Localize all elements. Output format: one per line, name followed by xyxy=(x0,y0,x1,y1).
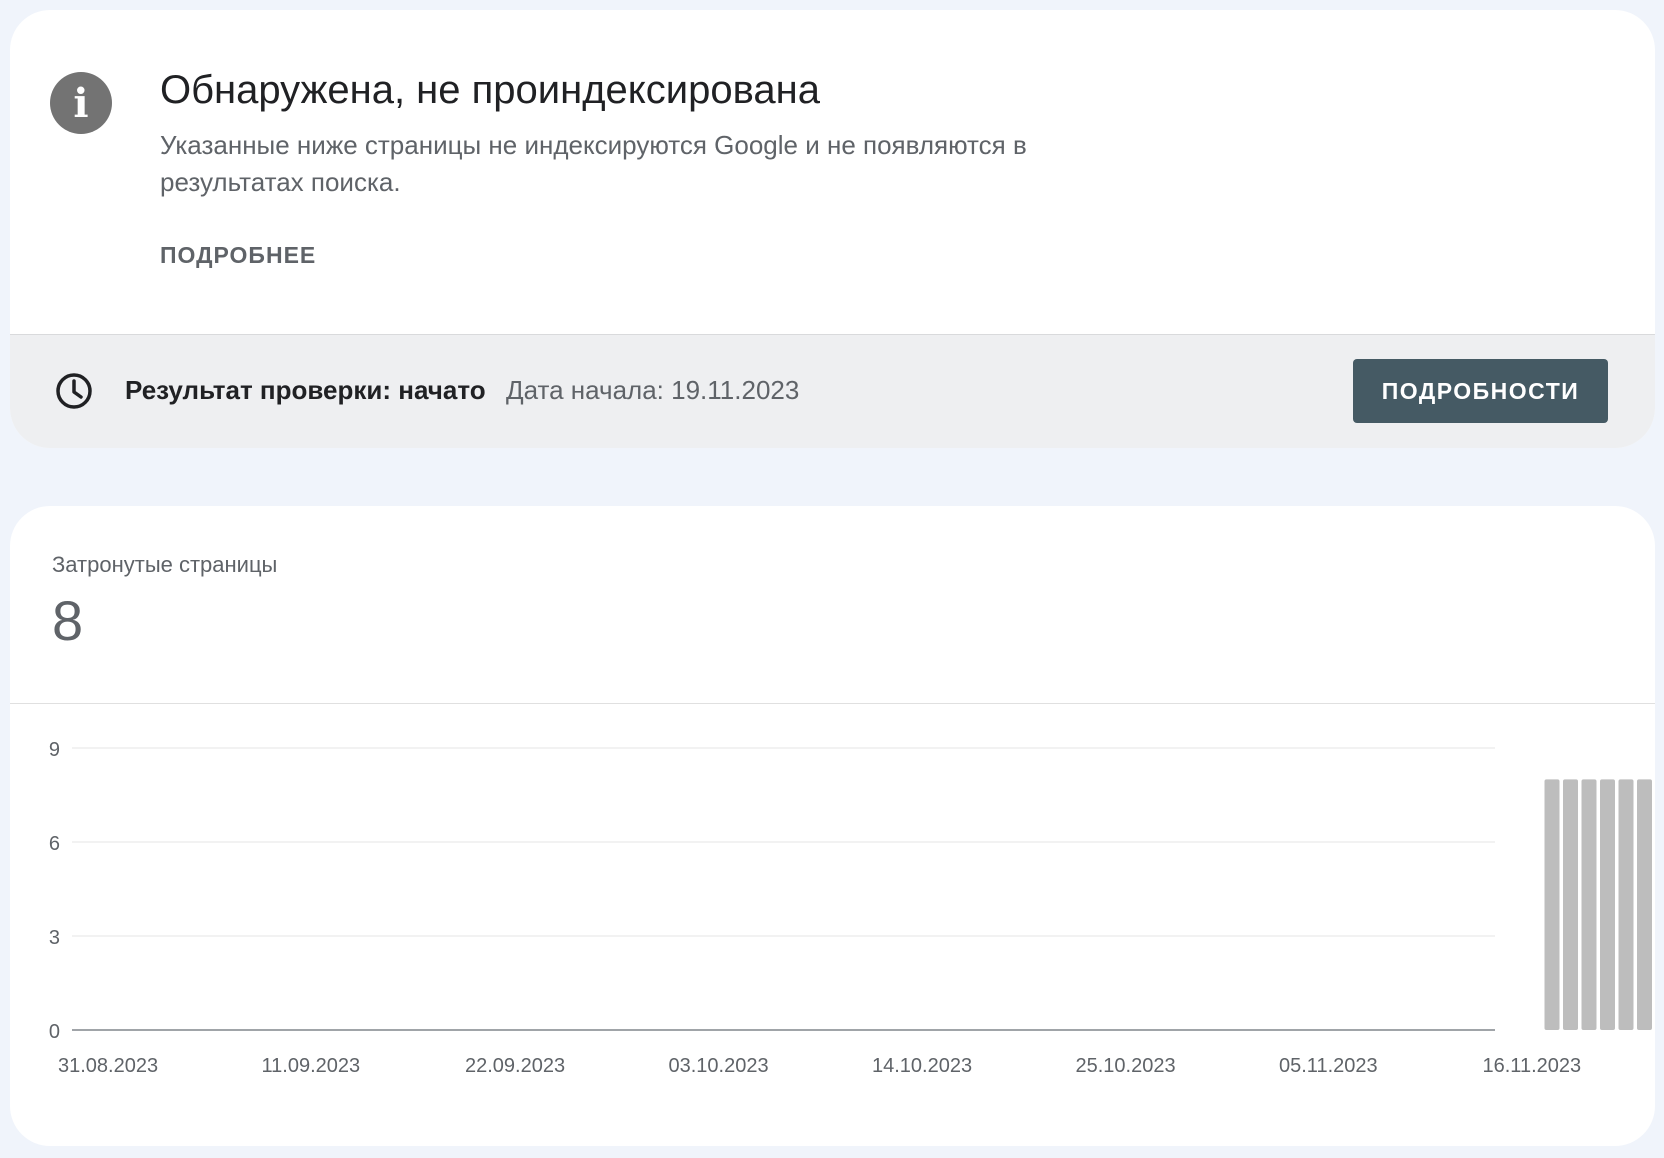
info-icon: i xyxy=(50,72,112,134)
affected-pages-chart: 0 3 6 9 31.08.2023 11.09.2023 22.09.2023 03.10.… xyxy=(49,739,1652,1077)
x-tick-label: 11.09.2023 xyxy=(262,1055,361,1077)
bar xyxy=(1563,779,1578,1030)
y-tick-label: 6 xyxy=(49,833,60,855)
y-tick-label: 9 xyxy=(49,739,60,761)
validation-start-date: Дата начала: 19.11.2023 xyxy=(506,375,800,405)
x-tick-label: 31.08.2023 xyxy=(58,1055,158,1077)
y-tick-label: 0 xyxy=(49,1021,60,1043)
clock-icon xyxy=(56,373,92,409)
details-button[interactable]: ПОДРОБНОСТИ xyxy=(1353,359,1608,423)
validation-status: Результат проверки: начато xyxy=(125,375,486,405)
learn-more-link[interactable]: ПОДРОБНЕЕ xyxy=(160,242,316,269)
metric-value: 8 xyxy=(52,589,84,652)
x-tick-label: 05.11.2023 xyxy=(1279,1055,1378,1077)
issue-card: i Обнаружена, не проиндексирована Указан… xyxy=(10,10,1655,448)
issue-title: Обнаружена, не проиндексирована xyxy=(160,68,820,112)
bar xyxy=(1581,779,1597,1030)
affected-pages-card: Затронутые страницы 8 0 3 6 9 31.08.2023 11.0… xyxy=(10,506,1655,1146)
bar xyxy=(1600,779,1615,1030)
x-tick-label: 03.10.2023 xyxy=(669,1055,769,1077)
bar xyxy=(1618,779,1634,1030)
metric-label: Затронутые страницы xyxy=(52,552,278,577)
x-tick-label: 25.10.2023 xyxy=(1076,1055,1176,1077)
issue-description: Указанные ниже страницы не индексируются… xyxy=(160,130,1027,197)
x-tick-label: 22.09.2023 xyxy=(465,1055,565,1077)
bar xyxy=(1637,779,1652,1030)
x-tick-label: 16.11.2023 xyxy=(1483,1055,1582,1077)
y-tick-label: 3 xyxy=(49,927,60,949)
bar xyxy=(1544,779,1560,1030)
validation-bar: Результат проверки: начато Дата начала: … xyxy=(10,334,1655,448)
x-tick-label: 14.10.2023 xyxy=(872,1055,972,1077)
